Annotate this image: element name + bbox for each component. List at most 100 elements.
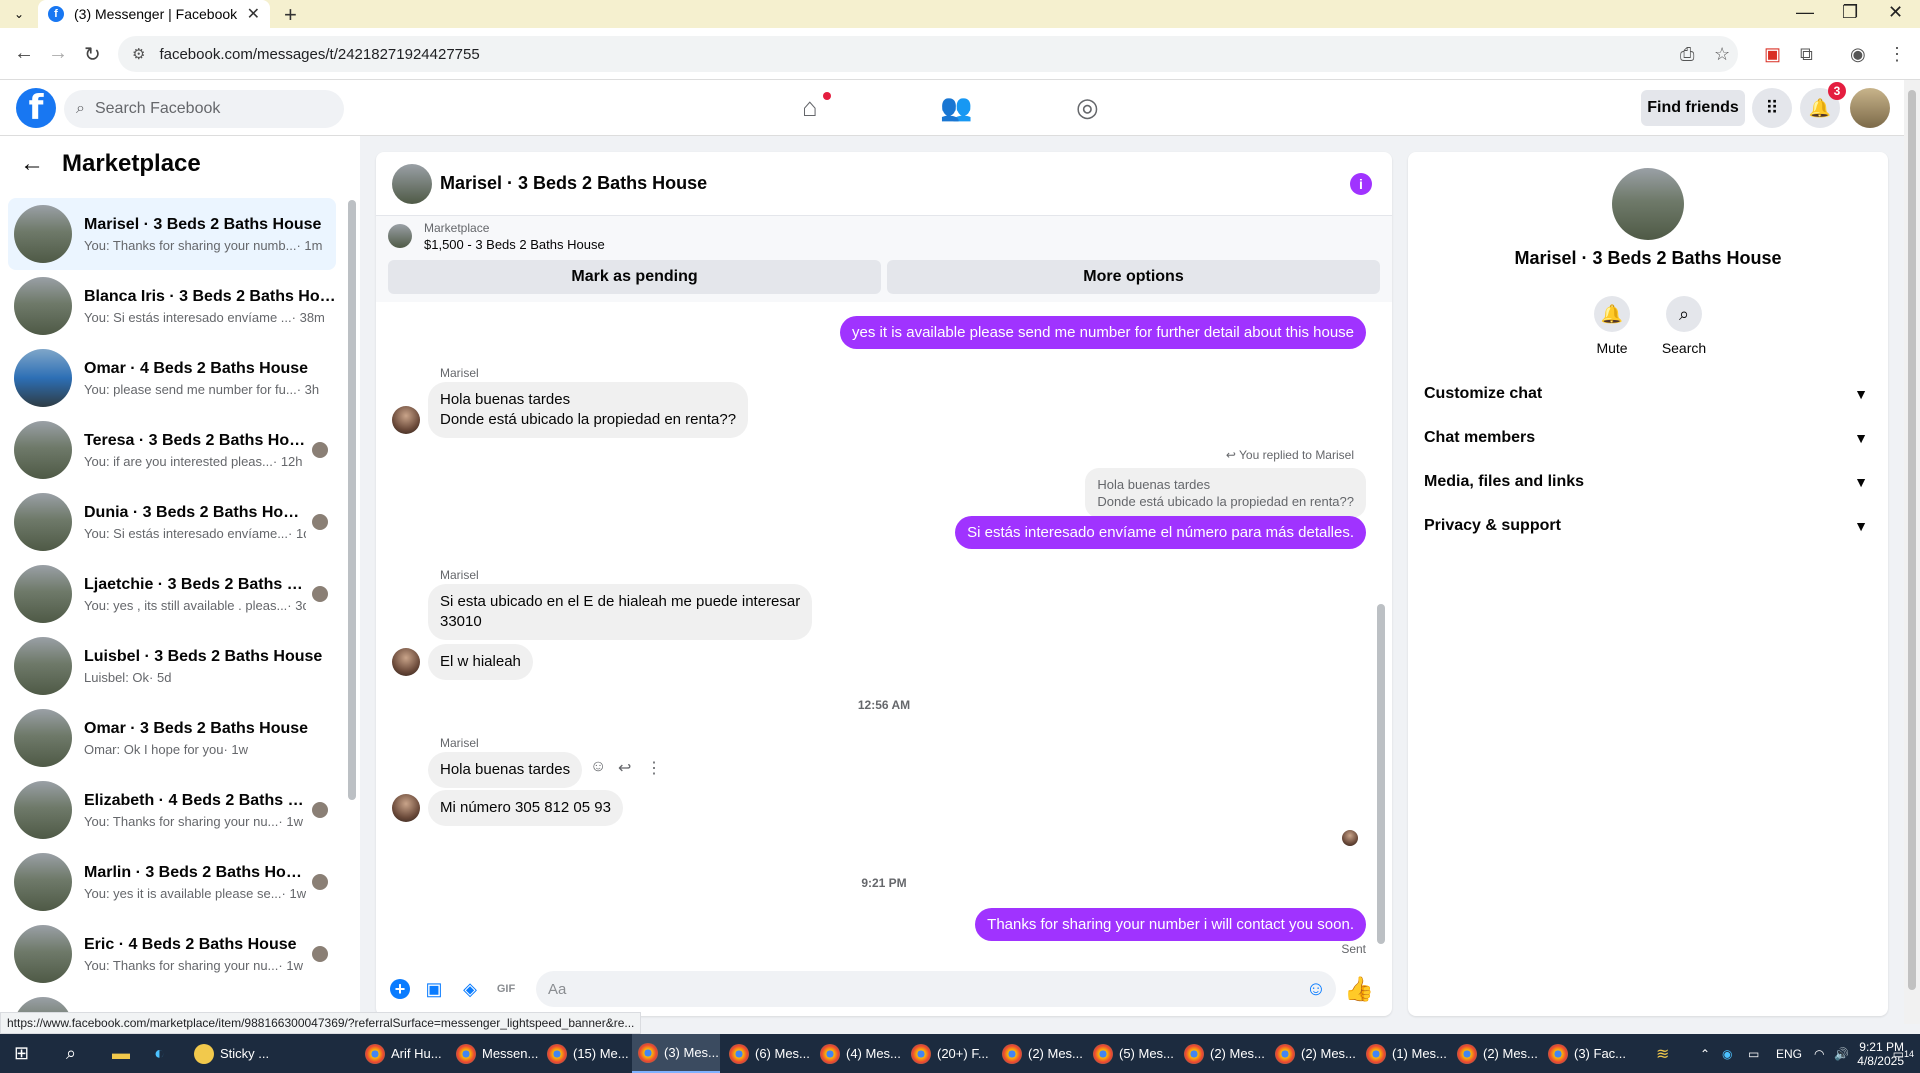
media-files-links-item[interactable]: Media, files and links ▼ [1424, 462, 1880, 502]
tab-close-icon[interactable]: ✕ [247, 4, 260, 24]
taskbar-app[interactable]: (15) Me... [541, 1034, 629, 1073]
mute-button[interactable]: 🔔 Mute [1576, 296, 1648, 356]
conversation-item[interactable]: Dunia · 3 Beds 2 Baths House You: Si está… [8, 486, 336, 558]
conversation-item[interactable]: Blanca Iris · 3 Beds 2 Baths House You: S… [8, 270, 336, 342]
minimize-icon[interactable]: — [1796, 2, 1814, 23]
info-icon[interactable]: i [1350, 172, 1372, 195]
tray-chevron-icon[interactable]: ⌃ [1700, 1034, 1710, 1073]
close-window-icon[interactable]: ✕ [1888, 2, 1903, 23]
taskbar-search-icon[interactable]: ⌕ [60, 1034, 76, 1073]
taskbar-app[interactable]: (3) Mes... [632, 1034, 720, 1073]
notification-center-icon[interactable]: ▭ 14 [1880, 1034, 1914, 1073]
back-arrow-icon[interactable]: ← [20, 150, 44, 178]
taskbar-app[interactable]: (6) Mes... [723, 1034, 811, 1073]
message-outgoing[interactable]: Si estás interesado envíame el número pa… [955, 516, 1366, 549]
install-app-icon[interactable]: ⎙ [1680, 44, 1694, 65]
bookmark-star-icon[interactable]: ☆ [1714, 44, 1730, 65]
conversation-item[interactable]: Eric · 4 Beds 2 Baths House You: Thanks f… [8, 918, 336, 990]
chat-members-item[interactable]: Chat members ▼ [1424, 418, 1880, 458]
marketplace-listing-banner[interactable]: Marketplace $1,500 - 3 Beds 2 Baths Hous… [376, 216, 1392, 256]
reply-icon[interactable]: ↩ [618, 758, 631, 778]
url-field[interactable]: ⚙ facebook.com/messages/t/24218271924427… [118, 36, 1738, 72]
message-outgoing[interactable]: Thanks for sharing your number i will co… [975, 908, 1366, 941]
taskbar-app[interactable]: (20+) F... [905, 1034, 993, 1073]
react-emoji-icon[interactable]: ☺ [590, 758, 606, 776]
groups-icon[interactable]: ◎ [1076, 92, 1099, 123]
reload-icon[interactable]: ↻ [84, 42, 101, 67]
message-incoming[interactable]: Hola buenas tardes Donde está ubicado la… [428, 382, 749, 438]
taskbar-app[interactable]: (2) Mes... [1178, 1034, 1266, 1073]
conversation-item[interactable]: Omar · 4 Beds 2 Baths House You: please s… [8, 342, 336, 414]
more-icon[interactable]: ⋮ [646, 758, 662, 778]
page-scrollbar[interactable] [1904, 80, 1920, 1024]
start-windows-icon[interactable]: ⊞ [8, 1034, 29, 1073]
privacy-support-item[interactable]: Privacy & support ▼ [1424, 506, 1880, 546]
conversation-item[interactable]: Omar · 3 Beds 2 Baths House Omar: Ok I ho… [8, 702, 336, 774]
taskbar-app[interactable]: Arif Hu... [359, 1034, 447, 1073]
customize-chat-item[interactable]: Customize chat ▼ [1424, 374, 1880, 414]
conversation-item[interactable]: Ljaetchie · 3 Beds 2 Baths Hou... You: ye… [8, 558, 336, 630]
conversation-item[interactable]: Luisbel · 3 Beds 2 Baths House Luisbel: O… [8, 630, 336, 702]
conversation-item[interactable]: Marisel · 3 Beds 2 Baths House You: Thank… [8, 198, 336, 270]
message-incoming[interactable]: Mi número 305 812 05 93 [428, 790, 623, 826]
restore-icon[interactable]: ❐ [1842, 2, 1858, 23]
profile-icon[interactable]: ◉ [1850, 44, 1866, 65]
message-incoming[interactable]: Si esta ubicado en el E de hialeah me pu… [428, 584, 813, 640]
mark-as-pending-button[interactable]: Mark as pending [388, 260, 881, 294]
wifi-icon[interactable]: ◠ [1814, 1034, 1824, 1073]
sidebar-scrollbar[interactable] [348, 186, 356, 926]
volume-icon[interactable]: 🔊 [1834, 1034, 1849, 1073]
quoted-message[interactable]: Hola buenas tardes Donde está ubicado la… [1085, 468, 1366, 518]
taskbar-app[interactable]: (2) Mes... [1269, 1034, 1357, 1073]
account-avatar[interactable] [1850, 88, 1890, 128]
extension-off-icon[interactable]: ▣ [1764, 44, 1781, 65]
sender-avatar[interactable] [392, 794, 420, 822]
sender-avatar[interactable] [392, 648, 420, 676]
taskbar-app[interactable]: (2) Mes... [1451, 1034, 1539, 1073]
tray-network-icon[interactable]: ◉ [1722, 1034, 1732, 1073]
search-button[interactable]: ⌕ Search [1648, 296, 1720, 356]
thumbs-up-icon[interactable]: 👍 [1344, 975, 1374, 1004]
photo-icon[interactable]: ▣ [422, 977, 446, 1001]
chat-title[interactable]: Marisel · 3 Beds 2 Baths House [440, 173, 1350, 194]
conversation-item[interactable]: Teresa · 3 Beds 2 Baths House You: if are… [8, 414, 336, 486]
taskbar-app[interactable]: (5) Mes... [1087, 1034, 1175, 1073]
emoji-icon[interactable]: ☺ [1306, 978, 1326, 1001]
message-incoming[interactable]: Hola buenas tardes [428, 752, 583, 788]
chat-listing-thumbnail[interactable] [392, 163, 432, 204]
taskbar-app[interactable]: (1) Mes... [1360, 1034, 1448, 1073]
taskbar-app[interactable]: (3) Fac... [1542, 1034, 1630, 1073]
gif-icon[interactable]: GIF [494, 977, 518, 1001]
file-explorer-icon[interactable]: ▬ [106, 1034, 130, 1073]
taskbar-app[interactable]: Messen... [450, 1034, 538, 1073]
friends-icon[interactable]: 👥 [940, 92, 972, 123]
message-input[interactable]: Aa ☺ [536, 971, 1337, 1007]
back-icon[interactable]: ← [14, 42, 34, 65]
forward-icon[interactable]: → [48, 42, 68, 65]
browser-tab-active[interactable]: f (3) Messenger | Facebook ✕ [38, 0, 270, 28]
tray-app-icon[interactable]: ≋ [1656, 1034, 1669, 1073]
home-icon[interactable]: ⌂ [802, 92, 818, 123]
message-incoming[interactable]: El w hialeah [428, 644, 533, 680]
plus-icon[interactable]: + [390, 979, 410, 999]
menu-grid-icon[interactable]: ⠿ [1752, 88, 1792, 128]
site-info-icon[interactable]: ⚙ [132, 45, 145, 63]
find-friends-button[interactable]: Find friends [1641, 90, 1745, 126]
tab-search-icon[interactable]: ⌄ [8, 4, 30, 24]
panel-listing-thumbnail[interactable] [1612, 168, 1684, 240]
more-options-button[interactable]: More options [887, 260, 1380, 294]
message-outgoing[interactable]: yes it is available please send me numbe… [840, 316, 1366, 349]
taskbar-app[interactable]: (2) Mes... [996, 1034, 1084, 1073]
facebook-logo-icon[interactable]: f [16, 88, 56, 128]
extensions-puzzle-icon[interactable]: ⧉ [1800, 44, 1813, 65]
facebook-search-input[interactable]: ⌕ Search Facebook [64, 90, 344, 128]
taskbar-app[interactable]: (4) Mes... [814, 1034, 902, 1073]
taskbar-app[interactable]: Sticky ... [188, 1034, 276, 1073]
edge-icon[interactable]: ◐ [148, 1034, 165, 1073]
sticker-icon[interactable]: ◈ [458, 977, 482, 1001]
browser-menu-icon[interactable]: ⋮ [1888, 44, 1906, 65]
sender-avatar[interactable] [392, 406, 420, 434]
conversation-item[interactable]: Elizabeth · 4 Beds 2 Baths Ho... You: Tha… [8, 774, 336, 846]
new-tab-button[interactable]: + [284, 2, 297, 28]
chat-scrollbar[interactable] [1376, 314, 1386, 954]
